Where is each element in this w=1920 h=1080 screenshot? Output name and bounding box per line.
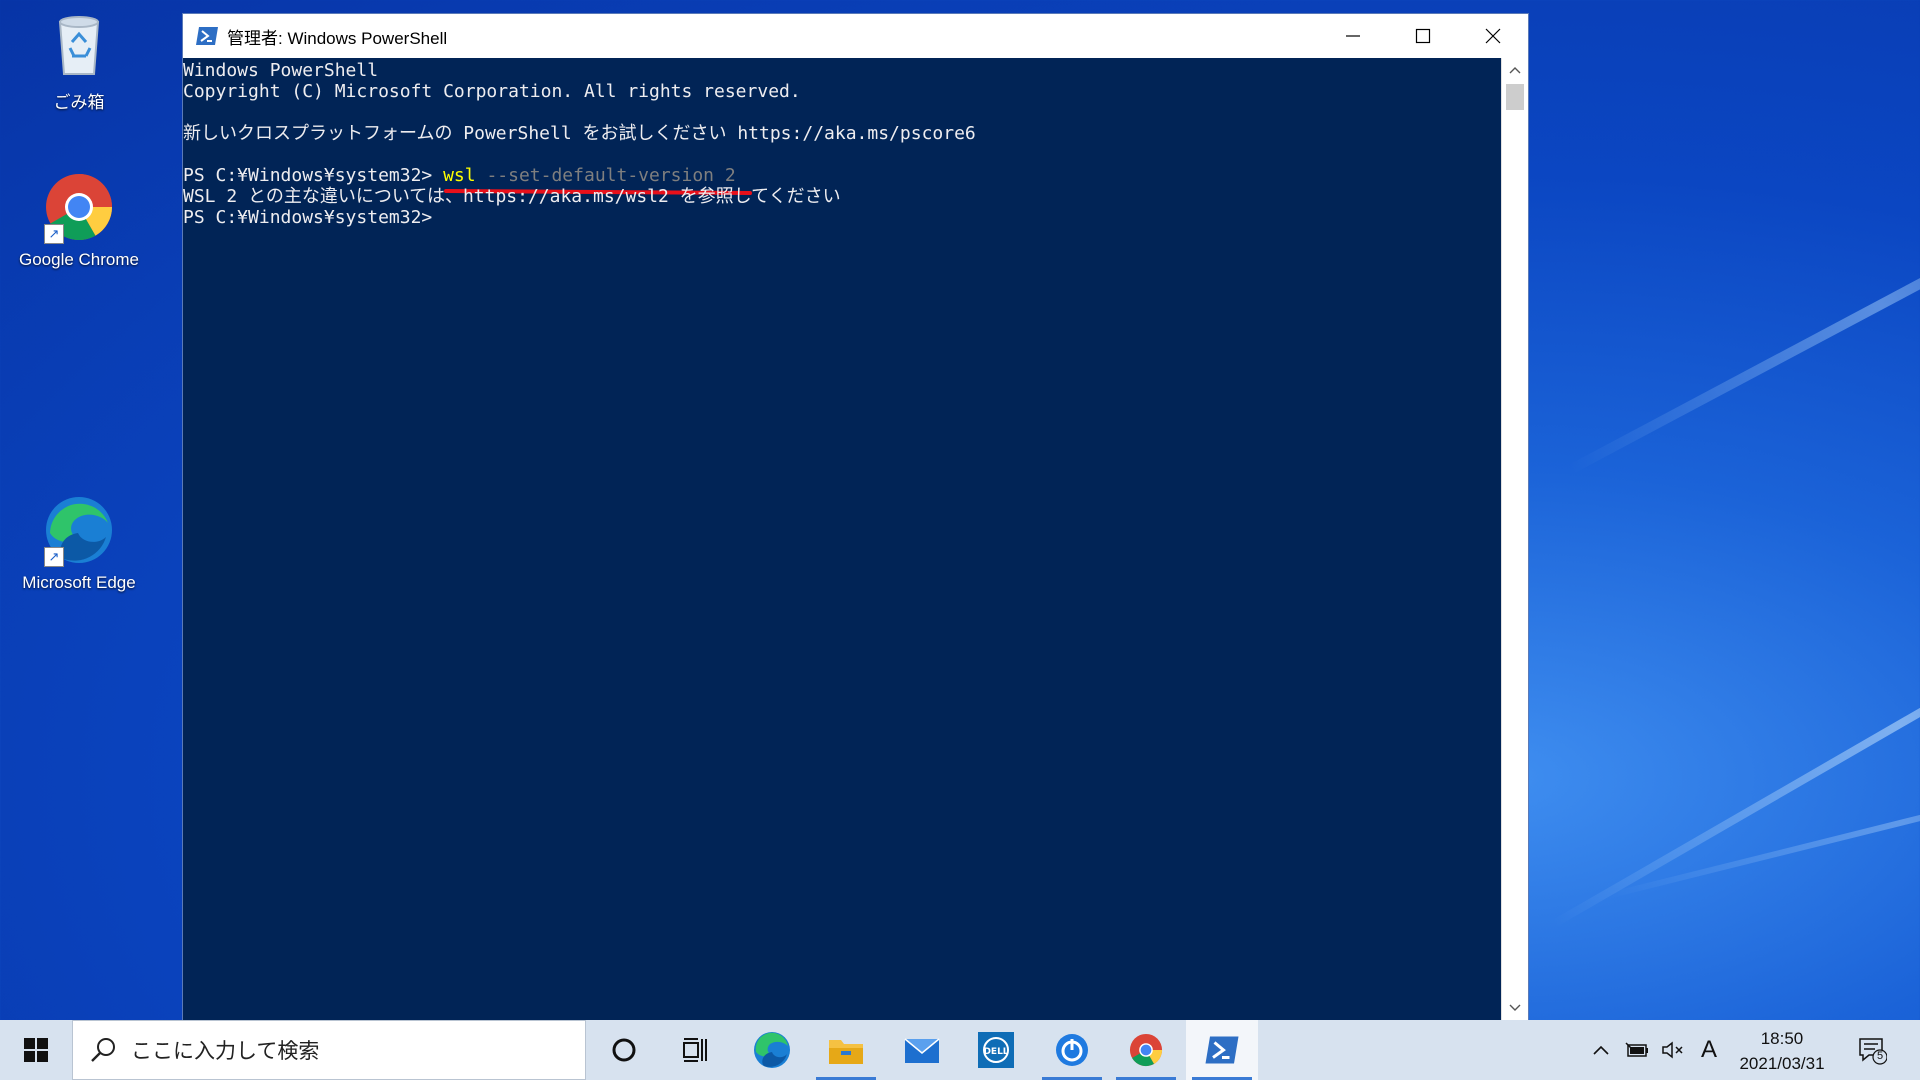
maximize-button[interactable] — [1388, 14, 1458, 58]
search-placeholder: ここに入力して検索 — [131, 1040, 320, 1063]
minimize-icon — [1346, 35, 1360, 37]
windows-logo-icon — [24, 1038, 48, 1062]
powershell-window[interactable]: 管理者: Windows PowerShell Windows PowerShe… — [182, 13, 1529, 1021]
console-command-args: --set-default-version 2 — [475, 165, 736, 186]
vertical-scrollbar[interactable] — [1501, 58, 1528, 1020]
taskbar: ここに入力して検索 DELL A 18:50 2021/03/31 5 — [0, 1020, 1920, 1080]
taskbar-chrome[interactable] — [1110, 1020, 1182, 1080]
window-title: 管理者: Windows PowerShell — [227, 28, 448, 48]
search-icon — [91, 1038, 115, 1062]
clock-date: 2021/03/31 — [1739, 1054, 1825, 1073]
chevron-down-icon — [1509, 1004, 1521, 1011]
notification-count-badge: 5 — [1877, 1050, 1884, 1062]
powershell-icon — [1205, 1036, 1239, 1064]
taskbar-edge[interactable] — [736, 1020, 808, 1080]
folder-icon — [829, 1040, 863, 1064]
taskbar-mail[interactable] — [886, 1020, 958, 1080]
desktop-icon-label: Google Chrome — [18, 250, 139, 269]
wallpaper-beam — [1608, 747, 1920, 899]
wallpaper-beam — [1568, 136, 1920, 474]
window-titlebar[interactable]: 管理者: Windows PowerShell — [183, 14, 1528, 58]
edge-icon: ↗ — [42, 493, 116, 567]
minimize-button[interactable] — [1318, 14, 1388, 58]
chevron-up-icon — [1509, 67, 1521, 74]
svg-text:DELL: DELL — [983, 1047, 1008, 1057]
clock-time: 18:50 — [1760, 1029, 1804, 1048]
task-view-icon — [683, 1038, 707, 1062]
scroll-up-button[interactable] — [1502, 58, 1528, 82]
edge-icon — [754, 1032, 790, 1068]
taskbar-task-view[interactable] — [660, 1020, 732, 1080]
shortcut-arrow-icon: ↗ — [44, 224, 64, 244]
console-line: PS C:¥Windows¥system32> — [183, 207, 433, 228]
mail-icon — [904, 1038, 940, 1063]
taskbar-search-box[interactable]: ここに入力して検索 — [72, 1020, 586, 1080]
chrome-icon — [1129, 1033, 1163, 1067]
dell-icon: DELL — [978, 1032, 1014, 1068]
console-line: WSL 2 との主な違いについては、https://aka.ms/wsl2 を参… — [183, 186, 841, 207]
desktop-icon-label: Microsoft Edge — [22, 573, 136, 592]
console-command-line: PS C:¥Windows¥system32> wsl --set-defaul… — [183, 165, 736, 186]
taskbar-file-explorer[interactable] — [810, 1020, 882, 1080]
action-center-button[interactable]: 5 — [1852, 1020, 1892, 1080]
taskbar-powershell[interactable] — [1186, 1020, 1258, 1080]
volume-status[interactable] — [1658, 1020, 1688, 1080]
powershell-icon — [196, 27, 218, 45]
console-line: 新しいクロスプラットフォームの PowerShell をお試しください http… — [183, 123, 976, 144]
console-prompt: PS C:¥Windows¥system32> — [183, 165, 444, 186]
scroll-down-button[interactable] — [1502, 996, 1528, 1020]
wallpaper-beam — [1551, 520, 1920, 928]
shortcut-arrow-icon: ↗ — [44, 547, 64, 567]
console-line: Windows PowerShell — [183, 60, 379, 81]
start-button[interactable] — [0, 1020, 72, 1080]
console-line: Copyright (C) Microsoft Corporation. All… — [183, 81, 801, 102]
power-app-icon — [1056, 1034, 1088, 1066]
show-hidden-icons-button[interactable] — [1586, 1020, 1616, 1080]
taskbar-app-power[interactable] — [1036, 1020, 1108, 1080]
desktop-icon-label: ごみ箱 — [53, 93, 105, 112]
scroll-thumb[interactable] — [1506, 84, 1524, 110]
battery-status[interactable] — [1622, 1020, 1652, 1080]
desktop-icon-google-chrome[interactable]: ↗ Google Chrome — [8, 170, 150, 270]
desktop-icon-microsoft-edge[interactable]: ↗ Microsoft Edge — [8, 493, 150, 593]
close-button[interactable] — [1458, 14, 1528, 58]
console-command-name: wsl — [443, 165, 476, 186]
chevron-up-icon — [1593, 1045, 1609, 1055]
close-icon — [1485, 28, 1501, 44]
taskbar-cortana[interactable] — [588, 1020, 660, 1080]
clock[interactable]: 18:50 2021/03/31 — [1722, 1026, 1842, 1076]
maximize-icon — [1415, 28, 1431, 44]
desktop-icon-recycle-bin[interactable]: ごみ箱 — [8, 8, 150, 113]
taskbar-dell[interactable]: DELL — [960, 1020, 1032, 1080]
ime-indicator[interactable]: A — [1694, 1020, 1724, 1080]
circle-icon — [612, 1038, 636, 1062]
console-output[interactable]: Windows PowerShell Copyright (C) Microso… — [183, 58, 1502, 1020]
recycle-bin-icon — [42, 8, 116, 82]
chrome-icon: ↗ — [42, 170, 116, 244]
battery-icon — [1625, 1042, 1648, 1057]
speaker-muted-icon — [1662, 1041, 1683, 1059]
